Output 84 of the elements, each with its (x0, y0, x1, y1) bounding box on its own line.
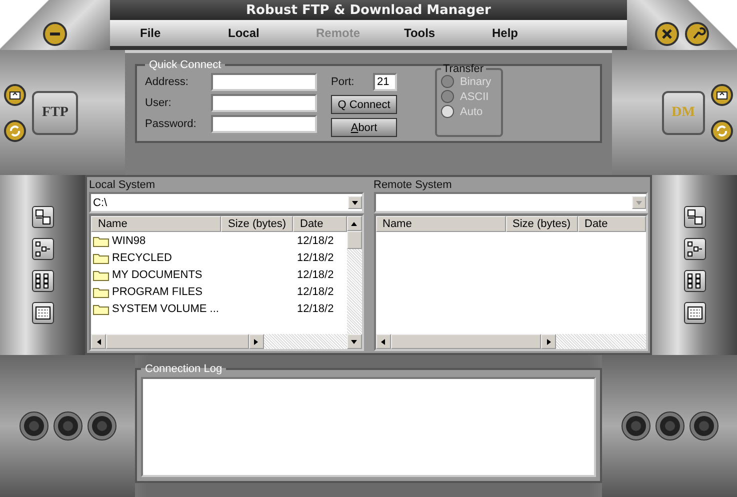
view-mode-button[interactable] (32, 238, 54, 260)
dropdown-button[interactable] (348, 196, 362, 209)
column-header[interactable]: Size (bytes) (221, 216, 293, 232)
file-row[interactable]: RECYCLED 12/18/2 (91, 249, 346, 266)
scrollbar-thumb[interactable] (106, 334, 249, 349)
refresh-icon[interactable] (711, 120, 733, 142)
column-header[interactable]: Size (bytes) (506, 216, 578, 232)
close-icon[interactable] (655, 22, 679, 46)
scroll-left-button[interactable] (376, 334, 390, 349)
window-title: Robust FTP & Download Manager (246, 2, 491, 18)
group-title: Transfer (442, 63, 485, 75)
path-dropdown[interactable] (374, 192, 648, 213)
folder-icon (93, 302, 109, 314)
field-label: User: (145, 97, 172, 109)
folder-icon (93, 286, 109, 298)
view-mode-button[interactable] (684, 302, 706, 324)
speaker-knob-icon (52, 411, 82, 441)
horizontal-scrollbar[interactable] (91, 334, 346, 349)
file-name: SYSTEM VOLUME ... (112, 302, 219, 314)
menu-item[interactable]: File (140, 26, 228, 40)
folder-icon (93, 234, 109, 246)
speaker-knob-icon (654, 411, 684, 441)
ftp-badge: FTP (32, 90, 78, 134)
speaker-knob-icon (620, 411, 650, 441)
menu-item[interactable]: Local (228, 26, 316, 40)
scrollbar-thumb[interactable] (346, 231, 362, 249)
scroll-right-button[interactable] (541, 334, 556, 349)
menu-item[interactable]: Tools (404, 26, 492, 40)
column-header[interactable]: Date (293, 216, 346, 232)
scroll-left-button[interactable] (91, 334, 106, 349)
path-value: C:\ (93, 196, 108, 208)
wrench-icon[interactable] (685, 22, 709, 46)
menu-item[interactable]: Help (492, 26, 580, 40)
view-mode-button[interactable] (684, 206, 706, 228)
file-date: 12/18/2 (296, 268, 335, 280)
column-header[interactable]: Date (578, 216, 646, 232)
scroll-up-button[interactable] (346, 216, 362, 231)
port-field[interactable]: 21 (373, 73, 397, 91)
file-name: PROGRAM FILES (112, 286, 202, 298)
action-button[interactable]: Abort (331, 118, 397, 137)
speaker-knob-icon (18, 411, 48, 441)
horizontal-scrollbar[interactable] (376, 334, 646, 349)
file-date: 12/18/2 (296, 252, 335, 264)
view-mode-button[interactable] (684, 270, 706, 292)
input-field[interactable] (211, 115, 317, 133)
column-header[interactable]: Name (91, 216, 221, 232)
file-row[interactable]: WIN98 12/18/2 (91, 232, 346, 249)
minimize-icon[interactable] (43, 22, 67, 46)
input-field[interactable] (211, 73, 317, 91)
folder-up-icon[interactable] (4, 84, 26, 106)
input-field[interactable] (211, 94, 317, 112)
panel-title: Remote System (374, 179, 453, 191)
view-mode-button[interactable] (32, 270, 54, 292)
scrollbar-thumb[interactable] (390, 334, 542, 349)
folder-icon (93, 252, 109, 264)
vertical-scrollbar[interactable] (346, 216, 362, 349)
view-mode-button[interactable] (32, 206, 54, 228)
speaker-knob-icon (86, 411, 116, 441)
file-date: 12/18/2 (296, 234, 335, 246)
group-title: Quick Connect (148, 59, 222, 71)
file-date: 12/18/2 (296, 302, 335, 314)
file-date: 12/18/2 (296, 286, 335, 298)
file-name: WIN98 (112, 234, 146, 246)
scroll-down-button[interactable] (346, 334, 362, 349)
file-row[interactable]: PROGRAM FILES 12/18/2 (91, 283, 346, 300)
folder-up-icon[interactable] (711, 84, 733, 106)
file-name: RECYCLED (112, 252, 172, 264)
group-title: Connection Log (144, 363, 224, 375)
dm-badge: DM (662, 90, 705, 134)
field-label: Password: (145, 118, 198, 130)
path-dropdown[interactable]: C:\ (89, 192, 364, 213)
panel-title: Local System (89, 179, 156, 191)
file-row[interactable]: MY DOCUMENTS 12/18/2 (91, 266, 346, 283)
scroll-right-button[interactable] (248, 334, 264, 349)
speaker-knob-icon (688, 411, 718, 441)
field-label: Address: (145, 76, 190, 88)
file-name: MY DOCUMENTS (112, 268, 202, 280)
file-row[interactable]: SYSTEM VOLUME ... 12/18/2 (91, 300, 346, 317)
action-button[interactable]: Q Connect (331, 95, 397, 114)
view-mode-button[interactable] (32, 302, 54, 324)
view-mode-button[interactable] (684, 238, 706, 260)
folder-icon (93, 268, 109, 280)
column-header[interactable]: Name (376, 216, 506, 232)
refresh-icon[interactable] (4, 120, 26, 142)
